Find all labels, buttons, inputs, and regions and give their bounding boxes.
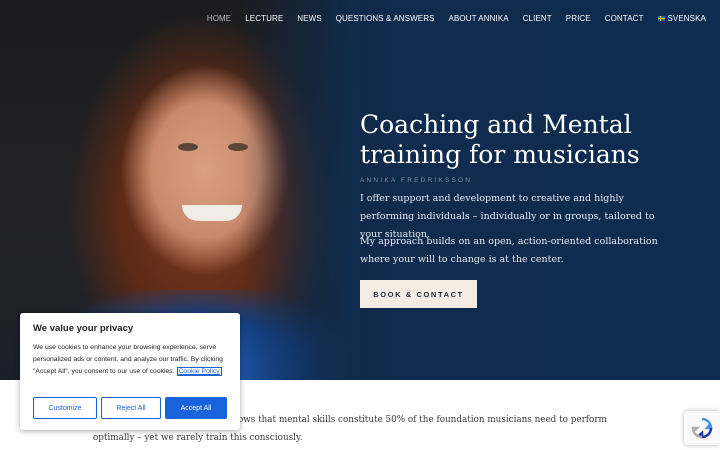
swedish-flag-icon xyxy=(657,16,665,21)
recaptcha-icon xyxy=(691,417,713,439)
nav-language-svenska[interactable]: SVENSKA xyxy=(657,14,707,23)
nav-contact[interactable]: CONTACT xyxy=(605,14,644,23)
customize-button[interactable]: Customize xyxy=(33,397,97,419)
nav-client[interactable]: CLIENT xyxy=(523,14,552,23)
nav-questions-answers[interactable]: QUESTIONS & ANSWERS xyxy=(336,14,435,23)
reject-all-button[interactable]: Reject All xyxy=(101,397,161,419)
portrait-fade xyxy=(240,0,360,380)
cookie-text: We use cookies to enhance your browsing … xyxy=(33,342,227,378)
portrait-eye-left xyxy=(178,143,198,151)
hero-subtitle: ANNIKA FREDRIKSSON xyxy=(360,177,473,184)
cookie-title: We value your privacy xyxy=(33,323,134,334)
main-navigation: HOME LECTURE NEWS QUESTIONS & ANSWERS AB… xyxy=(193,14,706,23)
cookie-policy-link[interactable]: Cookie Policy xyxy=(176,367,222,376)
cookie-buttons: Customize Reject All Accept All xyxy=(33,397,227,419)
language-label: SVENSKA xyxy=(667,14,706,23)
nav-lecture[interactable]: LECTURE xyxy=(245,14,283,23)
accept-all-button[interactable]: Accept All xyxy=(165,397,227,419)
nav-news[interactable]: NEWS xyxy=(297,14,321,23)
hero-title: Coaching and Mental training for musicia… xyxy=(360,110,640,169)
recaptcha-badge[interactable] xyxy=(684,411,720,445)
cookie-consent-banner: We value your privacy We use cookies to … xyxy=(20,313,240,430)
nav-home[interactable]: HOME xyxy=(207,14,231,23)
book-contact-button[interactable]: BOOK & CONTACT xyxy=(360,280,477,308)
nav-about-annika[interactable]: ABOUT ANNIKA xyxy=(449,14,509,23)
hero-paragraph-2: My approach builds on an open, action-or… xyxy=(360,236,658,265)
nav-price[interactable]: PRICE xyxy=(566,14,591,23)
portrait-smile xyxy=(182,205,242,221)
